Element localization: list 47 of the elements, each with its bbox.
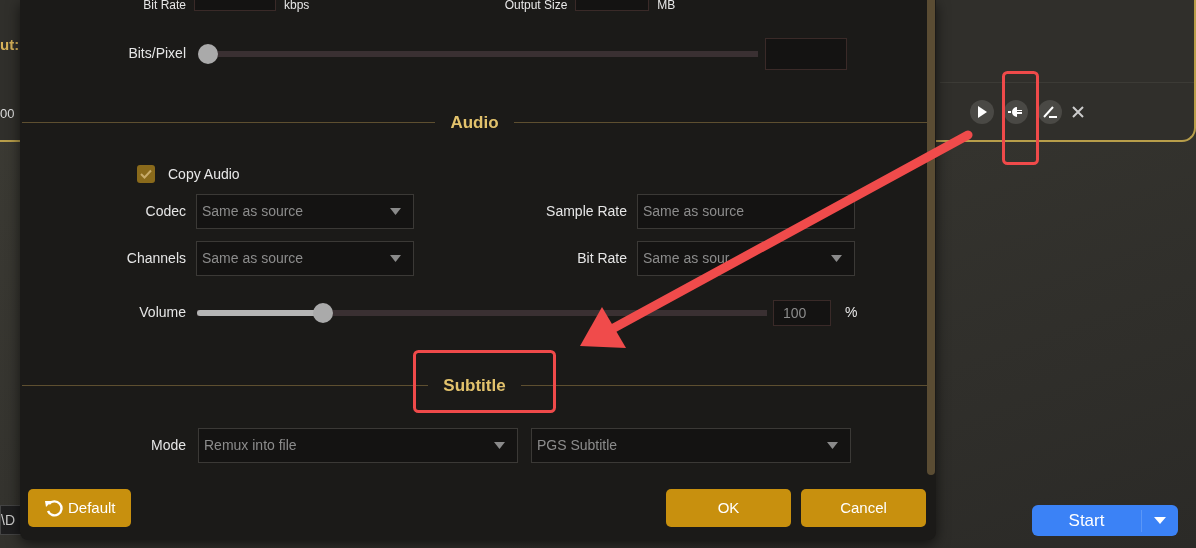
dropdown[interactable]: Remux into file	[198, 428, 518, 463]
bits-pixel-label: Bits/Pixel	[127, 44, 186, 63]
dropdown-caret-icon	[390, 207, 401, 215]
slider-thumb[interactable]	[312, 302, 333, 323]
dropdown-caret-icon	[494, 442, 505, 449]
copy-audio-label: Copy Audio	[168, 164, 240, 184]
bit-rate-field[interactable]	[194, 0, 276, 11]
unit-label: kbps	[284, 0, 310, 11]
field-label: Channels	[125, 248, 186, 268]
output-size-label: Output Size	[503, 0, 568, 11]
close-icon[interactable]	[1072, 106, 1084, 118]
field-label: Bit Rate	[576, 248, 627, 268]
dialog-button[interactable]: Cancel	[801, 489, 926, 527]
dropdown[interactable]: PGS Subtitle	[531, 428, 851, 463]
dropdown-caret-icon	[390, 254, 401, 262]
unit-label: MB	[657, 0, 676, 11]
section-heading: Audio	[449, 112, 500, 134]
input-field[interactable]: Same as source	[637, 193, 855, 229]
volume-label: Volume	[138, 303, 186, 322]
caret-icon[interactable]	[1154, 517, 1166, 524]
mode-label: Mode	[149, 436, 186, 455]
bit-rate-label: Bit Rate	[142, 0, 186, 11]
slider-thumb[interactable]	[198, 43, 218, 64]
play-icon[interactable]	[970, 100, 994, 124]
start-button[interactable]: Start	[1032, 505, 1178, 536]
plug-icon[interactable]	[1004, 100, 1028, 124]
volume-field[interactable]: 100	[773, 299, 831, 326]
percent-label: %	[845, 303, 858, 322]
check-icon	[140, 169, 152, 179]
default-button[interactable]: Default	[28, 489, 131, 527]
field-label: Sample Rate	[545, 201, 627, 221]
output-size-field[interactable]	[575, 0, 650, 11]
dropdown[interactable]: Same as sour	[637, 240, 855, 276]
scrollbar[interactable]	[927, 0, 935, 475]
brush-icon[interactable]	[1038, 100, 1062, 124]
dropdown-caret-icon	[827, 442, 838, 449]
dropdown-caret-icon	[831, 254, 842, 262]
field-label: Codec	[144, 201, 186, 221]
bits-pixel-field[interactable]	[765, 37, 847, 70]
output-label: ut:	[0, 35, 20, 55]
reset-icon	[44, 498, 64, 518]
dropdown[interactable]: Same as source	[196, 240, 414, 276]
dropdown[interactable]: Same as source	[196, 193, 414, 229]
duration-text: 00	[0, 105, 15, 123]
dialog-button[interactable]: OK	[666, 489, 791, 527]
section-heading: Subtitle	[442, 374, 507, 397]
copy-audio-checkbox[interactable]	[137, 165, 155, 183]
